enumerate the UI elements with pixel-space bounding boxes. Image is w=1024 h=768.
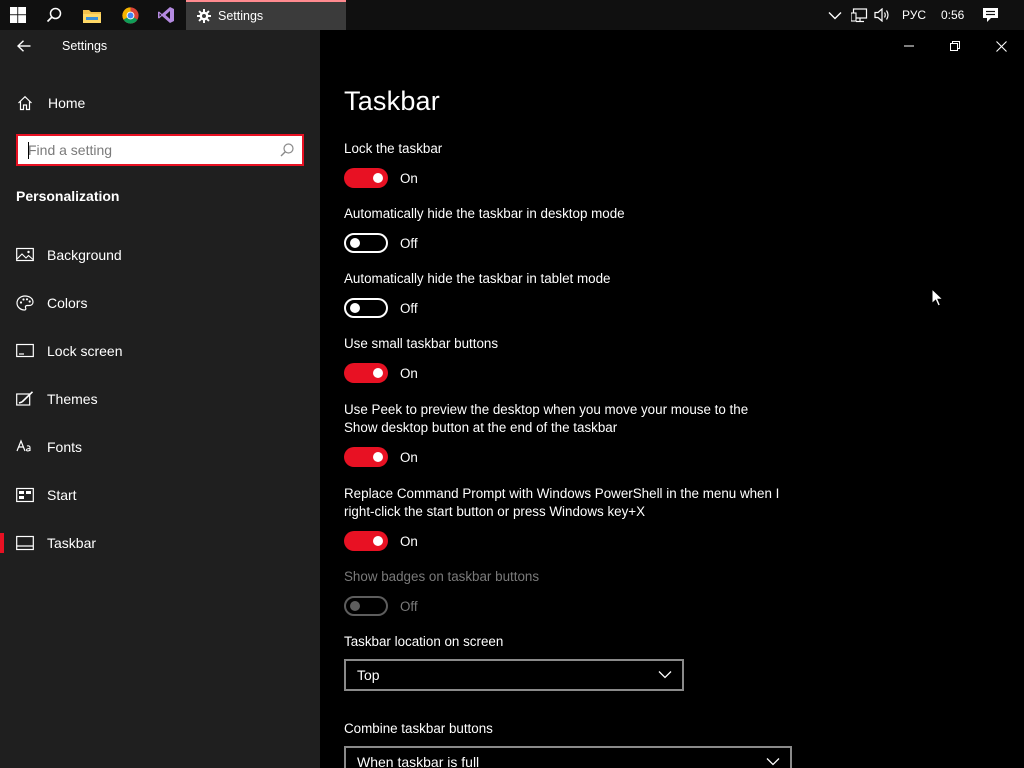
chevron-down-icon [828, 11, 842, 19]
nav-item-background[interactable]: Background [0, 235, 320, 275]
notification-icon [983, 8, 998, 22]
nav-item-start[interactable]: Start [0, 475, 320, 515]
toggle-lock-taskbar[interactable] [344, 168, 388, 188]
close-button[interactable] [978, 34, 1024, 58]
toggle-autohide-tablet[interactable] [344, 298, 388, 318]
nav-item-label: Colors [47, 295, 88, 311]
setting-label-badges: Show badges on taskbar buttons [344, 569, 540, 584]
toggle-state-text: Off [400, 301, 418, 316]
location-dropdown[interactable]: Top [344, 659, 684, 691]
toggle-badges [344, 596, 388, 616]
clock[interactable]: 0:56 [941, 0, 964, 30]
search-icon [46, 7, 62, 23]
toggle-state-text: On [400, 366, 418, 381]
nav-item-taskbar[interactable]: Taskbar [0, 523, 320, 563]
nav-item-label: Start [47, 487, 77, 503]
system-taskbar: Settings РУС 0:56 [0, 0, 1024, 30]
nav-item-lock-screen[interactable]: Lock screen [0, 331, 320, 371]
section-title: Personalization [16, 188, 120, 204]
start-icon [16, 487, 34, 503]
volume-icon [874, 8, 889, 22]
themes-icon [16, 391, 34, 406]
taskbar-settings-page: Taskbar Lock the taskbar On Automaticall… [320, 30, 1024, 768]
settings-task-label: Settings [218, 9, 264, 23]
toggle-state-text: On [400, 171, 418, 186]
toggle-powershell[interactable] [344, 531, 388, 551]
restore-icon [950, 41, 960, 51]
page-title: Taskbar [344, 86, 440, 116]
chevron-down-icon [766, 758, 780, 766]
restore-button[interactable] [932, 34, 978, 58]
nav-item-label: Taskbar [47, 535, 97, 551]
home-icon [18, 95, 32, 111]
volume-tray-button[interactable] [874, 0, 891, 30]
colors-icon [16, 295, 34, 311]
action-center-button[interactable] [982, 0, 999, 30]
setting-label-lock-taskbar: Lock the taskbar [344, 141, 443, 156]
background-icon [16, 247, 34, 262]
app-title: Settings [62, 39, 108, 53]
setting-label-autohide-tablet: Automatically hide the taskbar in tablet… [344, 271, 611, 286]
file-explorer-button[interactable] [74, 0, 110, 30]
network-icon [851, 7, 868, 22]
setting-label-peek: Use Peek to preview the desktop when you… [344, 402, 749, 435]
settings-navigation-pane: Settings Home Personalization Background… [0, 30, 320, 768]
chrome-icon [121, 6, 139, 24]
nav-home-label: Home [48, 95, 86, 111]
folder-icon [83, 9, 101, 23]
search-icon[interactable] [279, 142, 295, 158]
selection-indicator [0, 533, 4, 553]
toggle-state-text: On [400, 450, 418, 465]
setting-label-small-buttons: Use small taskbar buttons [344, 336, 499, 351]
settings-search-box[interactable] [16, 134, 304, 166]
gear-icon [197, 9, 211, 23]
location-value: Top [357, 667, 380, 683]
close-icon [995, 40, 1007, 52]
location-label: Taskbar location on screen [344, 634, 504, 649]
network-tray-button[interactable] [851, 0, 868, 30]
fonts-icon [16, 439, 31, 452]
back-arrow-icon [17, 40, 31, 52]
start-button[interactable] [0, 0, 36, 30]
search-input[interactable] [28, 136, 268, 164]
combine-value: When taskbar is full [357, 754, 480, 768]
taskbar-icon [16, 535, 34, 551]
nav-item-fonts[interactable]: Fonts [0, 427, 320, 467]
visual-studio-icon [158, 7, 174, 23]
minimize-button[interactable] [886, 34, 932, 58]
show-hidden-icons-button[interactable] [828, 0, 842, 30]
visual-studio-button[interactable] [148, 0, 184, 30]
lock-screen-icon [16, 343, 34, 358]
toggle-state-text: Off [400, 599, 418, 614]
nav-item-label: Themes [47, 391, 98, 407]
nav-item-colors[interactable]: Colors [0, 283, 320, 323]
settings-task-button[interactable]: Settings [186, 0, 346, 30]
windows-logo-icon [10, 7, 26, 23]
minimize-icon [904, 45, 914, 47]
nav-item-themes[interactable]: Themes [0, 379, 320, 419]
setting-label-autohide-desktop: Automatically hide the taskbar in deskto… [344, 206, 625, 221]
toggle-small-buttons[interactable] [344, 363, 388, 383]
combine-label: Combine taskbar buttons [344, 721, 493, 736]
taskbar-search-button[interactable] [36, 0, 72, 30]
toggle-state-text: Off [400, 236, 418, 251]
toggle-state-text: On [400, 534, 418, 549]
nav-item-label: Fonts [47, 439, 83, 455]
back-button[interactable] [10, 34, 38, 58]
nav-item-label: Lock screen [47, 343, 123, 359]
chevron-down-icon [658, 671, 672, 679]
mouse-cursor-icon [931, 288, 945, 307]
nav-item-label: Background [47, 247, 122, 263]
language-indicator[interactable]: РУС [902, 0, 926, 30]
chrome-button[interactable] [112, 0, 148, 30]
toggle-autohide-desktop[interactable] [344, 233, 388, 253]
combine-dropdown[interactable]: When taskbar is full [344, 746, 792, 768]
nav-home[interactable]: Home [0, 88, 320, 118]
toggle-peek[interactable] [344, 447, 388, 467]
setting-label-powershell: Replace Command Prompt with Windows Powe… [344, 486, 780, 519]
settings-titlebar: Settings [0, 30, 320, 62]
